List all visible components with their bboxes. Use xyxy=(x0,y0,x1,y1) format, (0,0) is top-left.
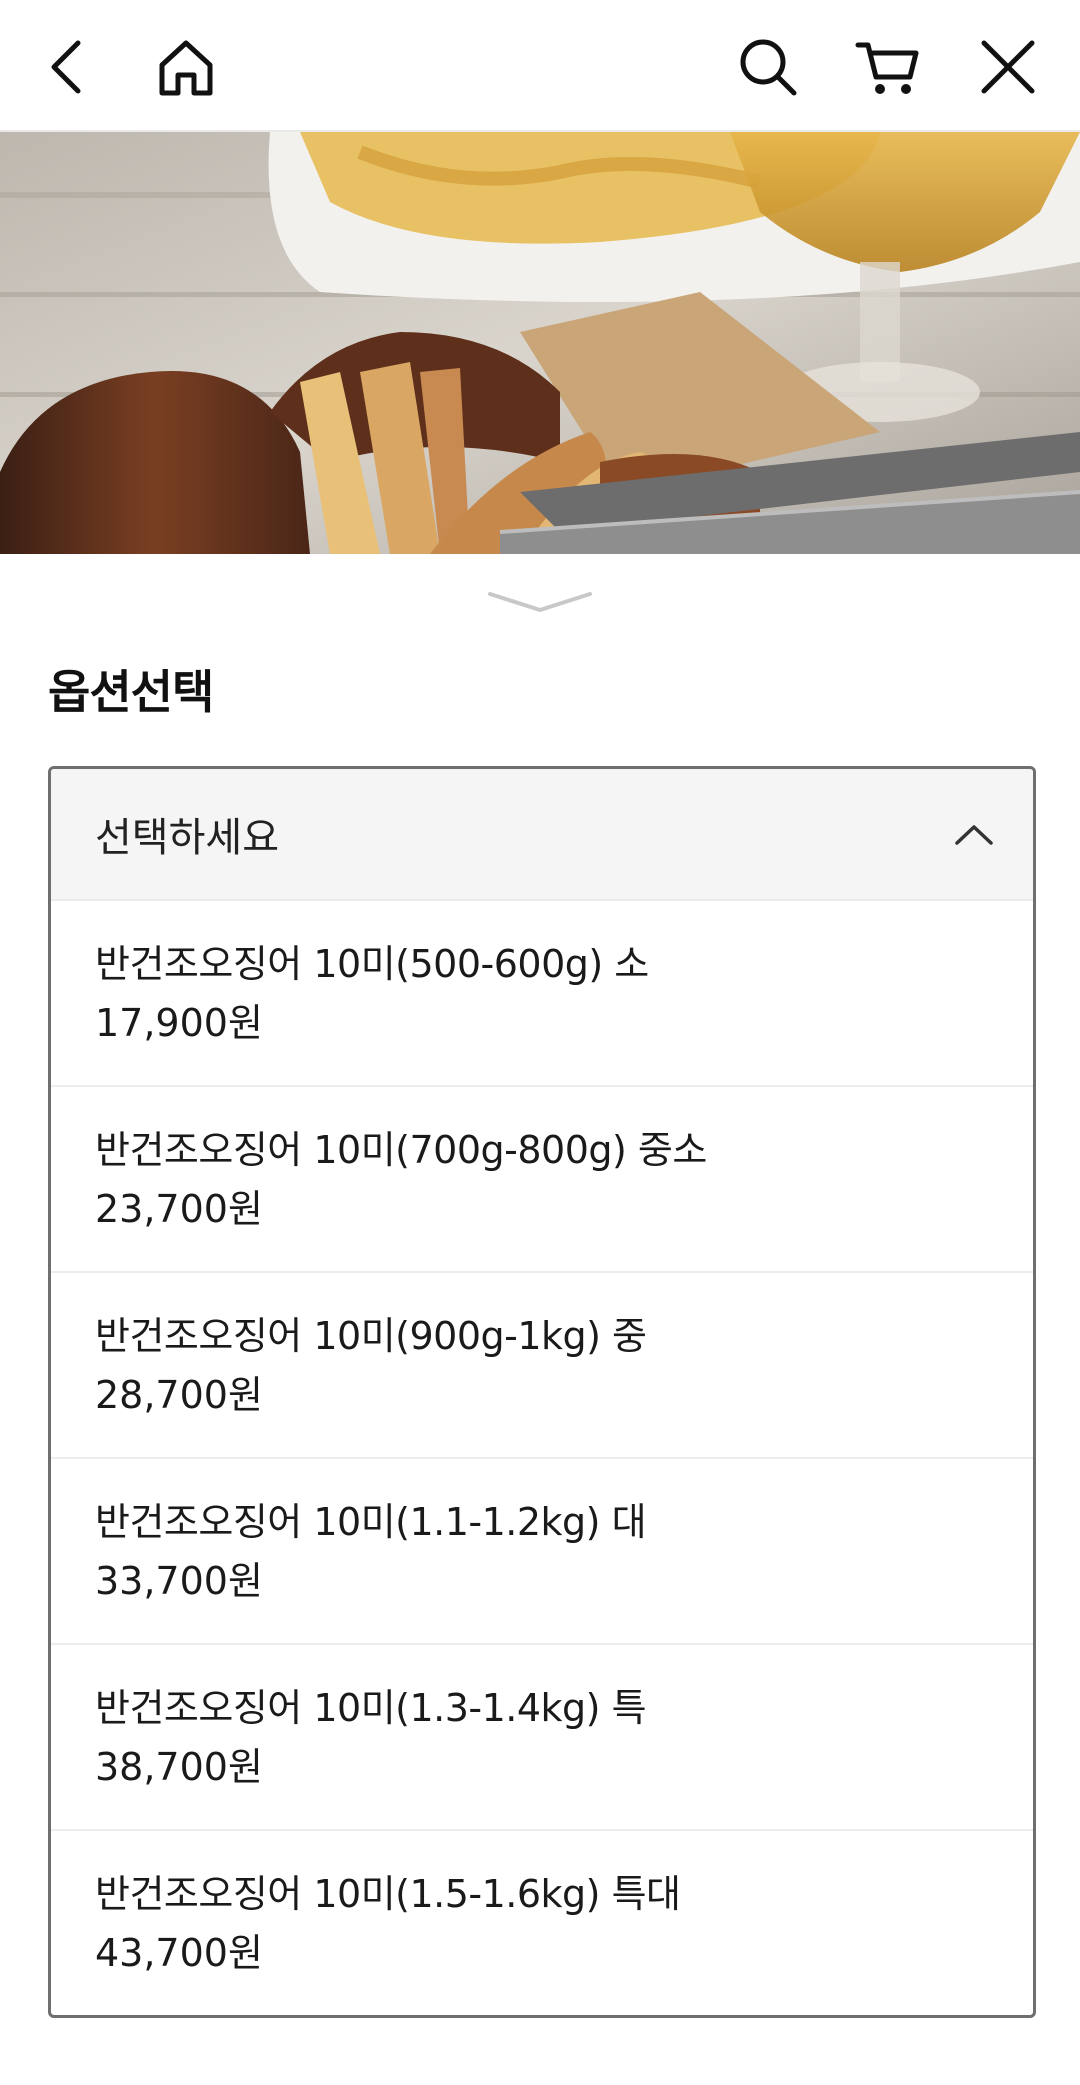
back-button[interactable] xyxy=(26,25,110,109)
option-price: 23,700원 xyxy=(95,1187,263,1231)
product-photo xyxy=(0,132,1080,554)
option-item[interactable]: 반건조오징어 10미(1.3-1.4kg) 특 38,700원 xyxy=(51,1643,1033,1829)
option-price: 17,900원 xyxy=(95,1001,263,1045)
option-item[interactable]: 반건조오징어 10미(500-600g) 소 17,900원 xyxy=(51,899,1033,1085)
option-item[interactable]: 반건조오징어 10미(700g-800g) 중소 23,700원 xyxy=(51,1085,1033,1271)
option-name: 반건조오징어 10미(1.5-1.6kg) 특대 xyxy=(95,1872,681,1916)
option-name: 반건조오징어 10미(1.1-1.2kg) 대 xyxy=(95,1500,647,1544)
option-item[interactable]: 반건조오징어 10미(1.1-1.2kg) 대 33,700원 xyxy=(51,1457,1033,1643)
option-select-placeholder: 선택하세요 xyxy=(95,815,279,861)
option-price: 38,700원 xyxy=(95,1745,263,1789)
chevron-up-icon xyxy=(955,825,993,845)
option-select-header[interactable]: 선택하세요 xyxy=(51,769,1033,899)
option-price: 43,700원 xyxy=(95,1931,263,1975)
option-price: 28,700원 xyxy=(95,1373,263,1417)
collapse-handle[interactable] xyxy=(480,580,600,630)
chevron-down-icon xyxy=(488,592,592,612)
option-item[interactable]: 반건조오징어 10미(1.5-1.6kg) 특대 43,700원 xyxy=(51,1829,1033,2015)
option-name: 반건조오징어 10미(500-600g) 소 xyxy=(95,942,649,986)
top-nav-bar xyxy=(0,0,1080,132)
cart-button[interactable] xyxy=(846,25,930,109)
close-button[interactable] xyxy=(966,25,1050,109)
product-image xyxy=(0,132,1080,554)
close-icon xyxy=(981,40,1035,94)
chevron-left-icon xyxy=(51,40,81,94)
home-icon xyxy=(159,40,213,96)
search-icon xyxy=(740,39,797,96)
option-name: 반건조오징어 10미(700g-800g) 중소 xyxy=(95,1128,707,1172)
option-name: 반건조오징어 10미(1.3-1.4kg) 특 xyxy=(95,1686,647,1730)
home-button[interactable] xyxy=(144,25,228,109)
cart-icon xyxy=(855,42,919,94)
option-select-dropdown: 선택하세요 반건조오징어 10미(500-600g) 소 17,900원 반건조… xyxy=(48,766,1036,2018)
options-section-title: 옵션선택 xyxy=(48,665,214,719)
option-name: 반건조오징어 10미(900g-1kg) 중 xyxy=(95,1314,647,1358)
option-item[interactable]: 반건조오징어 10미(900g-1kg) 중 28,700원 xyxy=(51,1271,1033,1457)
option-price: 33,700원 xyxy=(95,1559,263,1603)
search-button[interactable] xyxy=(726,25,810,109)
